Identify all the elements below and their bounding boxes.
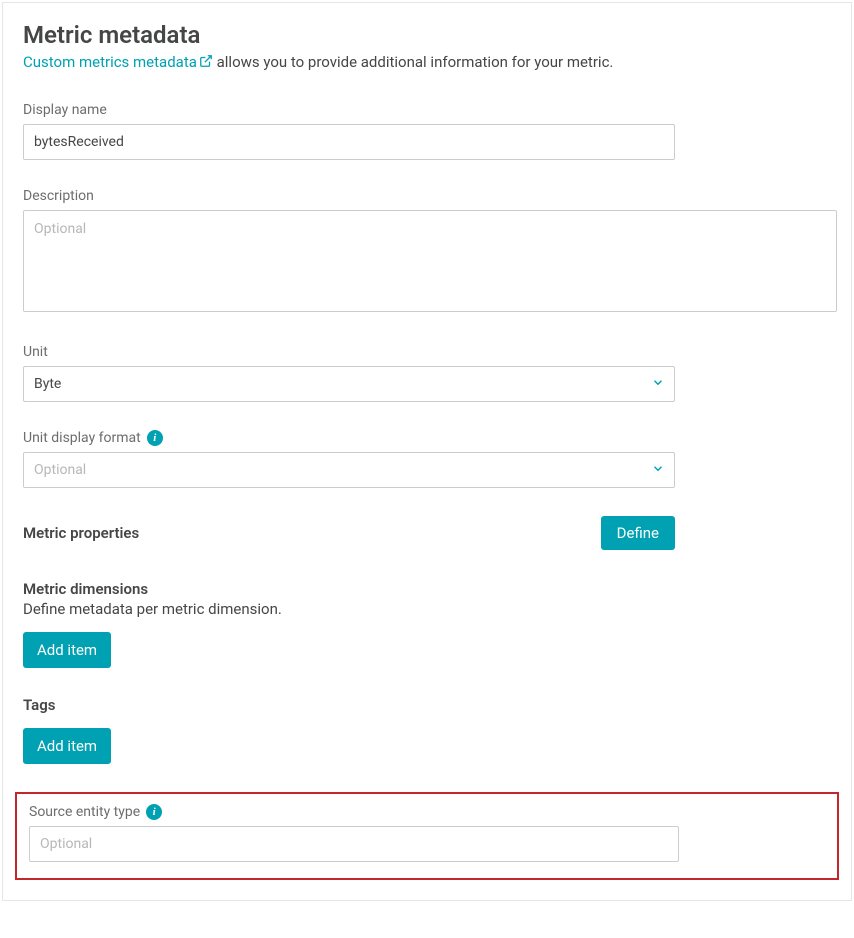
unit-field: Unit Byte bbox=[23, 344, 831, 402]
display-name-field: Display name bbox=[23, 102, 831, 160]
metric-dimensions-section: Metric dimensions Define metadata per me… bbox=[23, 580, 831, 696]
unit-value: Byte bbox=[34, 376, 61, 392]
description-field: Description bbox=[23, 188, 831, 316]
metric-properties-heading: Metric properties bbox=[23, 524, 139, 542]
page-title: Metric metadata bbox=[23, 21, 831, 49]
tags-heading: Tags bbox=[23, 696, 831, 714]
unit-display-format-label: Unit display format i bbox=[23, 430, 831, 446]
display-name-input[interactable] bbox=[23, 124, 675, 160]
unit-select[interactable]: Byte bbox=[23, 366, 675, 402]
subtitle-text: allows you to provide additional informa… bbox=[213, 53, 613, 71]
display-name-label: Display name bbox=[23, 102, 831, 118]
metric-dimensions-desc: Define metadata per metric dimension. bbox=[23, 600, 831, 618]
unit-display-format-field: Unit display format i Optional bbox=[23, 430, 831, 488]
unit-display-format-select[interactable]: Optional bbox=[23, 452, 675, 488]
external-link-icon bbox=[199, 54, 213, 72]
source-entity-type-highlight: Source entity type i bbox=[15, 792, 839, 880]
add-dimension-button[interactable]: Add item bbox=[23, 632, 111, 668]
unit-display-format-placeholder: Optional bbox=[34, 462, 86, 478]
metric-metadata-panel: Metric metadata Custom metrics metadata … bbox=[2, 2, 852, 901]
description-textarea[interactable] bbox=[23, 210, 837, 312]
source-entity-type-label: Source entity type i bbox=[29, 804, 825, 820]
custom-metrics-metadata-link[interactable]: Custom metrics metadata bbox=[23, 53, 213, 71]
tags-section: Tags Add item bbox=[23, 696, 831, 792]
subtitle: Custom metrics metadata allows you to pr… bbox=[23, 53, 831, 72]
description-label: Description bbox=[23, 188, 831, 204]
metric-properties-row: Metric properties Define bbox=[23, 516, 675, 550]
source-entity-type-input[interactable] bbox=[29, 826, 679, 862]
info-icon[interactable]: i bbox=[147, 430, 163, 446]
link-text: Custom metrics metadata bbox=[23, 53, 197, 71]
info-icon[interactable]: i bbox=[146, 804, 162, 820]
metric-dimensions-heading: Metric dimensions bbox=[23, 580, 831, 598]
add-tag-button[interactable]: Add item bbox=[23, 728, 111, 764]
unit-label: Unit bbox=[23, 344, 831, 360]
define-button[interactable]: Define bbox=[601, 516, 675, 550]
